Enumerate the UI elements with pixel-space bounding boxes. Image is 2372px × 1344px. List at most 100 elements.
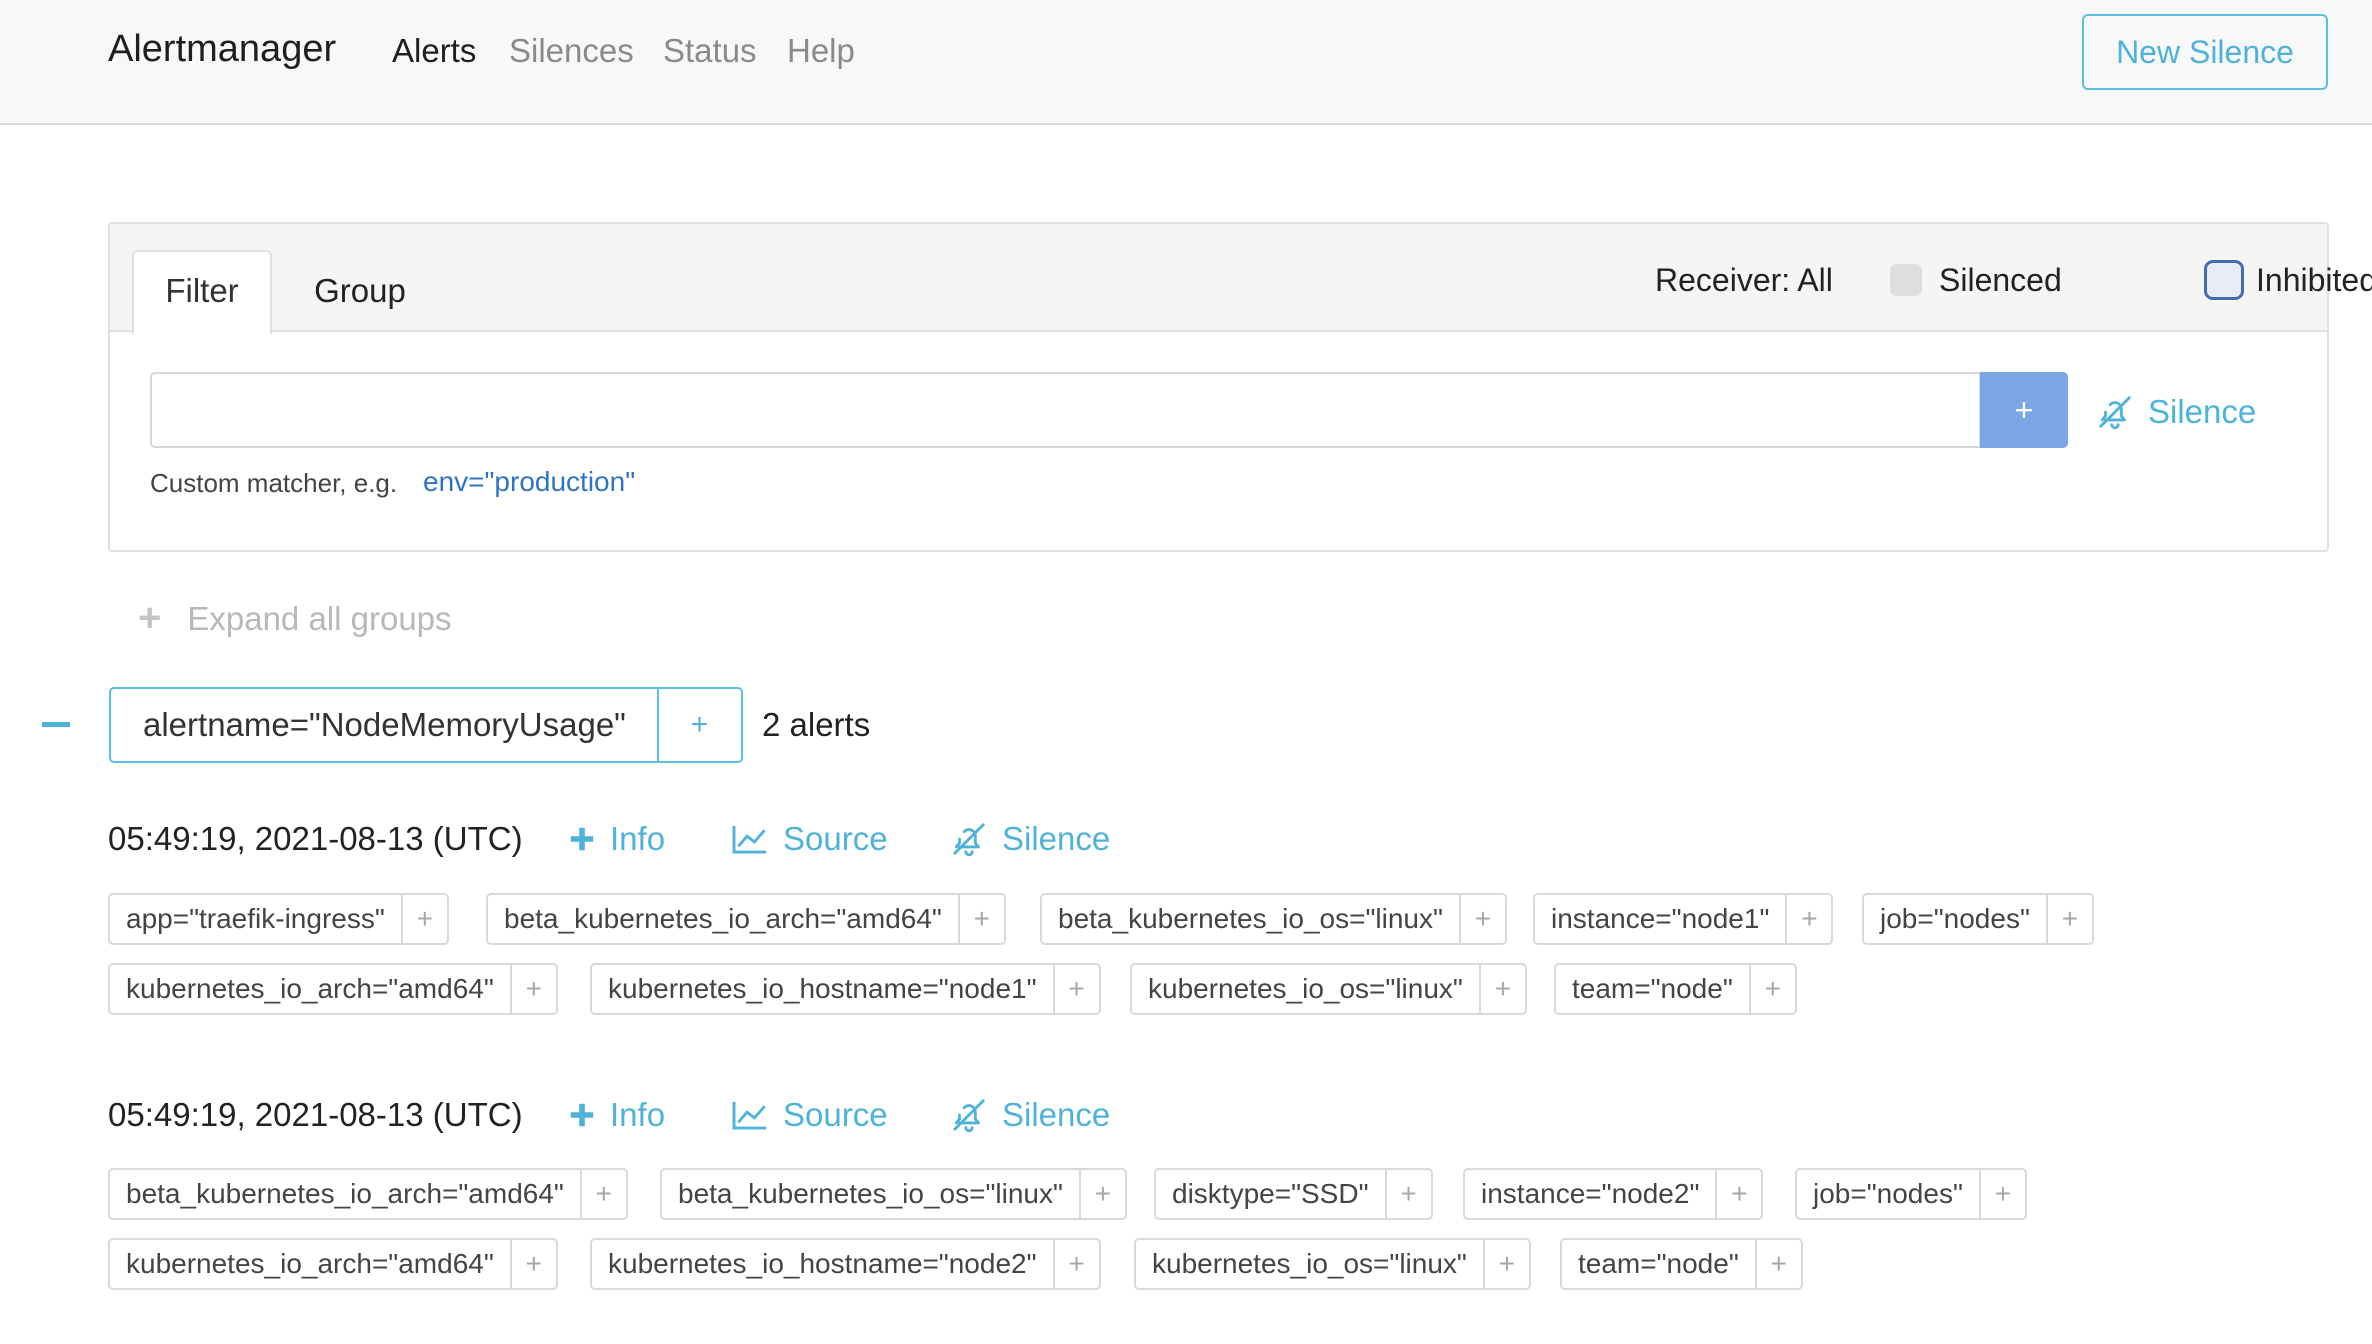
nav-silences[interactable]: Silences (509, 32, 634, 70)
label-add-button[interactable]: + (1052, 965, 1099, 1013)
alert-silence-button[interactable]: Silence (950, 820, 1110, 858)
label-add-button[interactable]: + (1748, 965, 1795, 1013)
label-chip-text[interactable]: team="node" (1556, 965, 1749, 1013)
info-button[interactable]: Info (568, 1096, 665, 1134)
expand-all-groups-button[interactable]: + Expand all groups (138, 596, 452, 641)
info-label: Info (610, 820, 666, 857)
nav-status[interactable]: Status (663, 32, 757, 70)
label-chip-text[interactable]: instance="node2" (1465, 1170, 1715, 1218)
alert-silence-label: Silence (1002, 820, 1111, 857)
silence-filter-button[interactable]: Silence (2096, 382, 2256, 442)
minus-icon[interactable] (42, 722, 70, 727)
matcher-hint: Custom matcher, e.g. (150, 468, 398, 498)
nav-help[interactable]: Help (787, 32, 855, 70)
label-chip: kubernetes_io_hostname="node2" + (590, 1238, 1101, 1290)
label-chip: kubernetes_io_os="linux" + (1130, 963, 1527, 1015)
matcher-input[interactable] (150, 372, 1981, 448)
label-chip: instance="node1" + (1533, 893, 1834, 945)
label-chip: kubernetes_io_arch="amd64" + (108, 1238, 558, 1290)
label-add-button[interactable]: + (1715, 1170, 1761, 1218)
label-add-button[interactable]: + (1052, 1240, 1099, 1288)
label-chip-text[interactable]: instance="node1" (1535, 895, 1785, 943)
bell-slash-icon (953, 823, 985, 857)
source-button[interactable]: Source (731, 1096, 888, 1134)
plus-icon (570, 827, 594, 851)
receiver-select[interactable]: Receiver: All (1655, 262, 1833, 299)
label-chip: instance="node2" + (1463, 1168, 1764, 1220)
inhibited-label: Inhibited (2256, 262, 2372, 298)
matcher-example-link[interactable]: env="production" (423, 466, 635, 498)
inhibited-checkbox[interactable] (2204, 260, 2244, 300)
label-chip-text[interactable]: kubernetes_io_os="linux" (1136, 1240, 1483, 1288)
label-chip-text[interactable]: kubernetes_io_hostname="node1" (592, 965, 1053, 1013)
label-chip: kubernetes_io_arch="amd64" + (108, 963, 558, 1015)
label-chip-text[interactable]: disktype="SSD" (1156, 1170, 1385, 1218)
label-chip-text[interactable]: kubernetes_io_os="linux" (1132, 965, 1479, 1013)
label-chip: disktype="SSD" + (1154, 1168, 1433, 1220)
label-chip-text[interactable]: app="traefik-ingress" (110, 895, 401, 943)
filter-card: Filter Group Receiver: All Silenced Inhi… (108, 222, 2372, 552)
label-add-button[interactable]: + (1458, 895, 1505, 943)
label-add-button[interactable]: + (2045, 895, 2092, 943)
label-chip: team="node" + (1560, 1238, 1803, 1290)
label-chip-text[interactable]: kubernetes_io_hostname="node2" (592, 1240, 1053, 1288)
label-chip: kubernetes_io_os="linux" + (1134, 1238, 1531, 1290)
source-label: Source (783, 820, 888, 857)
plus-icon: + (138, 596, 162, 640)
source-button[interactable]: Source (731, 820, 888, 858)
label-chip-text[interactable]: beta_kubernetes_io_arch="amd64" (488, 895, 958, 943)
info-button[interactable]: Info (568, 820, 665, 858)
chart-line-icon (732, 825, 766, 854)
label-chip-text[interactable]: kubernetes_io_arch="amd64" (110, 1240, 510, 1288)
label-chip: beta_kubernetes_io_arch="amd64" + (486, 893, 1006, 945)
plus-icon (570, 1103, 594, 1127)
silence-filter-label: Silence (2148, 393, 2257, 430)
tab-group[interactable]: Group (290, 250, 430, 332)
label-add-button[interactable]: + (1482, 1240, 1529, 1288)
label-chip: job="nodes" + (1862, 893, 2094, 945)
label-chip-text[interactable]: kubernetes_io_arch="amd64" (110, 965, 510, 1013)
label-add-button[interactable]: + (1785, 895, 1831, 943)
label-add-button[interactable]: + (509, 1240, 556, 1288)
alert-timestamp: 05:49:19, 2021-08-13 (UTC) (108, 1096, 523, 1133)
label-chip: kubernetes_io_hostname="node1" + (590, 963, 1101, 1015)
label-chip-text[interactable]: beta_kubernetes_io_os="linux" (1042, 895, 1459, 943)
add-matcher-button[interactable]: + (1980, 372, 2068, 448)
label-chip-text[interactable]: job="nodes" (1797, 1170, 1979, 1218)
label-add-button[interactable]: + (957, 895, 1004, 943)
group-add-filter-button[interactable]: + (658, 687, 743, 763)
label-chip-text[interactable]: beta_kubernetes_io_arch="amd64" (110, 1170, 580, 1218)
label-add-button[interactable]: + (579, 1170, 626, 1218)
label-chip-text[interactable]: beta_kubernetes_io_os="linux" (662, 1170, 1079, 1218)
group-label[interactable]: alertname="NodeMemoryUsage" (109, 687, 659, 763)
label-chip: beta_kubernetes_io_arch="amd64" + (108, 1168, 628, 1220)
tab-filter[interactable]: Filter (132, 250, 272, 334)
label-add-button[interactable]: + (1978, 1170, 2025, 1218)
chart-line-icon (732, 1101, 766, 1130)
brand-logo[interactable]: Alertmanager (108, 28, 336, 71)
label-add-button[interactable]: + (1478, 965, 1525, 1013)
label-add-button[interactable]: + (1754, 1240, 1801, 1288)
expand-all-label: Expand all groups (187, 599, 452, 637)
label-add-button[interactable]: + (1078, 1170, 1125, 1218)
label-chip: job="nodes" + (1795, 1168, 2027, 1220)
label-chip-text[interactable]: team="node" (1562, 1240, 1755, 1288)
new-silence-button[interactable]: New Silence (2082, 14, 2328, 90)
label-chip: beta_kubernetes_io_os="linux" + (660, 1168, 1127, 1220)
filter-card-header: Filter Group Receiver: All Silenced Inhi… (110, 224, 2372, 334)
navbar: Alertmanager Alerts Silences Status Help… (0, 0, 2372, 125)
silenced-checkbox[interactable] (1890, 264, 1922, 296)
alert-silence-button[interactable]: Silence (950, 1096, 1110, 1134)
bell-slash-icon (2099, 396, 2131, 430)
label-chip-text[interactable]: job="nodes" (1864, 895, 2046, 943)
nav-alerts[interactable]: Alerts (392, 32, 476, 70)
label-chip: beta_kubernetes_io_os="linux" + (1040, 893, 1507, 945)
label-add-button[interactable]: + (1384, 1170, 1431, 1218)
silenced-label: Silenced (1939, 262, 2062, 298)
alert-timestamp: 05:49:19, 2021-08-13 (UTC) (108, 820, 523, 857)
alert-silence-label: Silence (1002, 1096, 1111, 1133)
bell-slash-icon (953, 1099, 985, 1133)
label-add-button[interactable]: + (509, 965, 556, 1013)
label-add-button[interactable]: + (400, 895, 447, 943)
alert-count: 2 alerts (762, 706, 871, 743)
